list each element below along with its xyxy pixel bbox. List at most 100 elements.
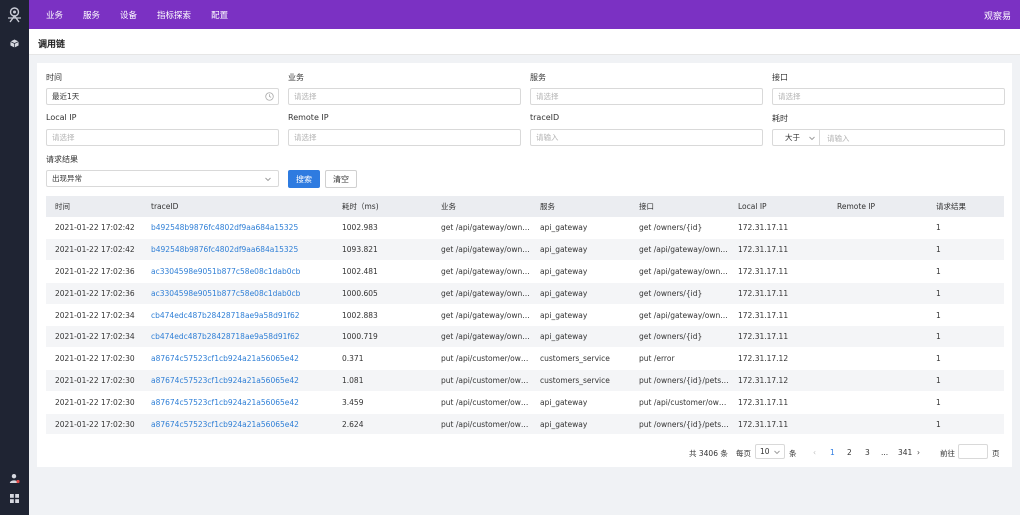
cell-trace-id[interactable]: b492548b9876fc4802df9aa684a15325 [142,238,333,262]
cell-trace-id[interactable]: cb474edc487b28428718ae9a58d91f62 [142,325,333,349]
duration-label: 耗时 [772,114,788,123]
user-icon[interactable] [9,473,20,484]
goto-page-input[interactable] [958,444,988,459]
nav-item-business[interactable]: 业务 [46,9,63,21]
cell-interface: get /owners/{id} [630,325,729,349]
chevron-down-icon [774,450,780,455]
interface-placeholder: 请选择 [778,92,801,101]
cell-trace-id[interactable]: a87674c57523cf1cb924a21a56065e42 [142,369,333,392]
cell-local-ip: 172.31.17.11 [729,304,828,327]
cell-time: 2021-01-22 17:02:36 [46,260,142,283]
main-panel: 时间 最近1天 业务 请选择 服务 请选择 接口 请选择 Local IP 请选… [37,63,1012,467]
page-size-select[interactable]: 10 [755,444,785,459]
page-title: 调用链 [38,40,66,50]
cell-duration: 1002.983 [333,217,432,240]
service-select[interactable]: 请选择 [530,88,763,105]
local-ip-label: Local IP [46,113,77,122]
logo-icon[interactable] [6,6,23,23]
service-label: 服务 [530,73,546,82]
cell-result: 1 [927,217,1004,240]
cell-business: get /api/gateway/owners/{id} [432,217,531,240]
cell-trace-id[interactable]: ac3304598e9051b877c58e08c1dab0cb [142,282,333,305]
page-ellipsis[interactable]: ... [881,448,888,457]
cell-interface: put /error [630,347,729,371]
col-header-result[interactable]: 请求结果 [927,196,1004,217]
table-row[interactable]: 2021-01-22 17:02:36 ac3304598e9051b877c58… [46,282,1004,305]
remote-ip-select[interactable]: 请选择 [288,129,521,146]
nav-item-service[interactable]: 服务 [83,9,100,21]
cell-time: 2021-01-22 17:02:34 [46,325,142,349]
cell-interface: get /owners/{id} [630,217,729,240]
cell-business: put /api/customer/owners/{id} [432,369,531,392]
cell-remote-ip [828,282,927,305]
table-row[interactable]: 2021-01-22 17:02:42 b492548b9876fc4802df9… [46,238,1004,262]
pagination: 共 3406 条 每页 10 条 ‹ 1 2 3 ... 341 › 前往 页 [37,444,1012,464]
table-row[interactable]: 2021-01-22 17:02:36 ac3304598e9051b877c58… [46,260,1004,283]
search-button[interactable]: 搜索 [288,170,320,188]
result-select[interactable]: 出现异常 [46,170,279,187]
cell-interface: put /owners/{id}/pets/{id} [630,369,729,392]
cell-local-ip: 172.31.17.11 [729,260,828,283]
result-label: 请求结果 [46,155,78,164]
cell-trace-id[interactable]: a87674c57523cf1cb924a21a56065e42 [142,413,333,436]
cell-local-ip: 172.31.17.11 [729,413,828,436]
table-row[interactable]: 2021-01-22 17:02:42 b492548b9876fc4802df9… [46,217,1004,240]
time-range-picker[interactable]: 最近1天 [46,88,279,105]
cube-icon[interactable] [10,39,19,48]
interface-select[interactable]: 请选择 [772,88,1005,105]
cell-remote-ip [828,347,927,371]
cell-trace-id[interactable]: a87674c57523cf1cb924a21a56065e42 [142,347,333,371]
chevron-down-icon [809,136,815,141]
trace-id-input[interactable]: 请输入 [530,129,763,146]
cell-trace-id[interactable]: a87674c57523cf1cb924a21a56065e42 [142,391,333,414]
col-header-interface[interactable]: 接口 [630,196,729,217]
cell-trace-id[interactable]: ac3304598e9051b877c58e08c1dab0cb [142,260,333,283]
duration-operator-select[interactable]: 大于 [773,130,820,145]
col-header-service[interactable]: 服务 [531,196,630,217]
cell-duration: 1002.883 [333,304,432,327]
col-header-time[interactable]: 时间 [46,196,142,217]
table-row[interactable]: 2021-01-22 17:02:34 cb474edc487b28428718a… [46,325,1004,349]
page-3[interactable]: 3 [865,448,870,457]
apps-grid-icon[interactable] [10,494,19,503]
goto-unit: 页 [992,449,1000,458]
cell-trace-id[interactable]: b492548b9876fc4802df9aa684a15325 [142,217,333,240]
table-row[interactable]: 2021-01-22 17:02:30 a87674c57523cf1cb924a… [46,347,1004,371]
duration-input[interactable]: 请输入 [827,133,850,144]
cell-duration: 1000.719 [333,325,432,349]
next-page-icon[interactable]: › [917,448,920,457]
cell-result: 1 [927,238,1004,262]
clear-button[interactable]: 清空 [325,170,357,188]
cell-local-ip: 172.31.17.11 [729,217,828,240]
table-row[interactable]: 2021-01-22 17:02:34 cb474edc487b28428718a… [46,304,1004,327]
cell-remote-ip [828,260,927,283]
nav-item-device[interactable]: 设备 [120,9,137,21]
cell-time: 2021-01-22 17:02:42 [46,217,142,240]
col-header-remote-ip[interactable]: Remote IP [828,196,927,217]
table-row[interactable]: 2021-01-22 17:02:30 a87674c57523cf1cb924a… [46,413,1004,436]
prev-page-icon[interactable]: ‹ [813,448,816,457]
col-header-duration[interactable]: 耗时（ms) [333,196,432,217]
business-select[interactable]: 请选择 [288,88,521,105]
cell-remote-ip [828,304,927,327]
table-row[interactable]: 2021-01-22 17:02:30 a87674c57523cf1cb924a… [46,369,1004,392]
col-header-trace-id[interactable]: traceID [142,196,333,217]
cell-time: 2021-01-22 17:02:34 [46,304,142,327]
page-size-value: 10 [760,447,770,456]
col-header-local-ip[interactable]: Local IP [729,196,828,217]
local-ip-placeholder: 请选择 [52,133,75,142]
col-header-business[interactable]: 业务 [432,196,531,217]
page-1[interactable]: 1 [830,448,835,457]
cell-service: api_gateway [531,325,630,349]
page-last[interactable]: 341 [898,448,912,457]
cell-duration: 1000.605 [333,282,432,305]
table-row[interactable]: 2021-01-22 17:02:30 a87674c57523cf1cb924a… [46,391,1004,414]
cell-trace-id[interactable]: cb474edc487b28428718ae9a58d91f62 [142,304,333,327]
page-2[interactable]: 2 [847,448,852,457]
cell-result: 1 [927,413,1004,436]
cell-business: get /api/gateway/owners/{id} [432,282,531,305]
local-ip-select[interactable]: 请选择 [46,129,279,146]
nav-item-config[interactable]: 配置 [211,9,228,21]
nav-item-metrics[interactable]: 指标探索 [157,9,191,21]
trace-id-placeholder: 请输入 [536,133,559,142]
